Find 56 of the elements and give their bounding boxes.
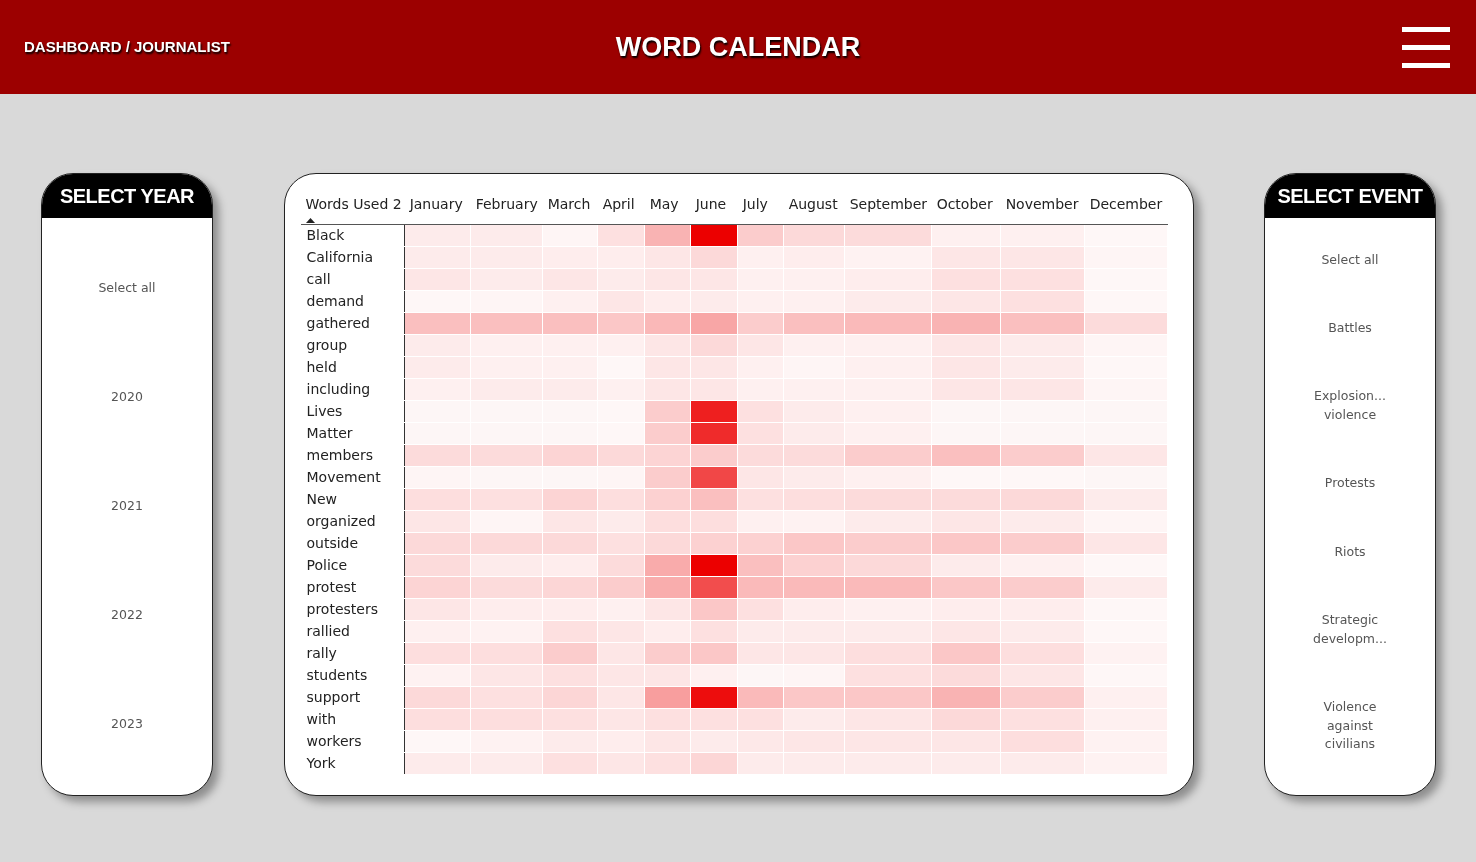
row-label: demand	[306, 293, 364, 309]
slicer-item[interactable]: Strategic developm...	[1265, 610, 1435, 649]
column-header[interactable]: October	[931, 188, 1001, 225]
row-label: California	[306, 249, 373, 265]
row-label: rally	[306, 645, 337, 661]
row-label: workers	[306, 733, 362, 749]
column-header[interactable]: November	[1000, 188, 1085, 225]
column-header[interactable]: September	[844, 188, 932, 225]
column-header[interactable]: March	[542, 188, 598, 225]
column-header[interactable]: February	[470, 188, 543, 225]
slicer-item[interactable]: 2021	[42, 497, 212, 516]
slicer-item[interactable]: Battles	[1265, 319, 1435, 338]
slicer-item[interactable]: Select all	[42, 279, 212, 298]
row-label: rallied	[306, 623, 350, 639]
column-header[interactable]: December	[1084, 188, 1168, 225]
column-header[interactable]: January	[404, 188, 471, 225]
slicer-item[interactable]: 2022	[42, 606, 212, 625]
slicer-title: SELECT YEAR	[42, 174, 212, 218]
row-label: group	[306, 337, 348, 353]
column-header[interactable]: May	[644, 188, 691, 225]
row-label: protesters	[306, 601, 378, 617]
slicer-item[interactable]: 2023	[42, 715, 212, 734]
row-label: York	[306, 755, 336, 771]
row-label: members	[306, 447, 373, 463]
row-label: organized	[306, 513, 376, 529]
slicer-item[interactable]: Violence against civilians	[1265, 697, 1435, 755]
row-label: Movement	[306, 469, 381, 485]
column-header[interactable]: June	[690, 188, 738, 225]
row-label: gathered	[306, 315, 370, 331]
row-label: students	[306, 667, 368, 683]
row-label: Black	[306, 227, 345, 243]
menu-icon[interactable]	[1402, 25, 1452, 69]
row-label: held	[306, 359, 337, 375]
slicer-item[interactable]: Explosion... violence	[1265, 387, 1435, 425]
row-label: New	[306, 491, 338, 507]
row-label: with	[306, 711, 337, 727]
row-label: including	[306, 381, 371, 397]
row-label: Lives	[306, 403, 343, 419]
sort-arrow-icon[interactable]	[305, 218, 315, 223]
column-header[interactable]: April	[597, 188, 645, 225]
row-label: outside	[306, 535, 359, 551]
row-label: support	[306, 689, 361, 705]
column-header[interactable]: Words Used 2	[305, 196, 402, 212]
column-header[interactable]: July	[737, 188, 784, 225]
row-label: call	[306, 271, 331, 287]
slicer-item[interactable]: 2020	[42, 388, 212, 407]
slicer-item[interactable]: Riots	[1265, 542, 1435, 562]
column-header[interactable]: August	[783, 188, 845, 225]
page-title: WORD CALENDAR	[615, 30, 861, 64]
slicer-title: SELECT EVENT	[1265, 174, 1435, 218]
slicer-item[interactable]: Protests	[1265, 474, 1435, 494]
breadcrumb[interactable]: DASHBOARD / JOURNALIST	[24, 35, 230, 59]
slicer-item[interactable]: Select all	[1265, 250, 1435, 270]
row-label: Matter	[306, 425, 353, 441]
row-label: Police	[306, 557, 348, 573]
row-label: protest	[306, 579, 357, 595]
